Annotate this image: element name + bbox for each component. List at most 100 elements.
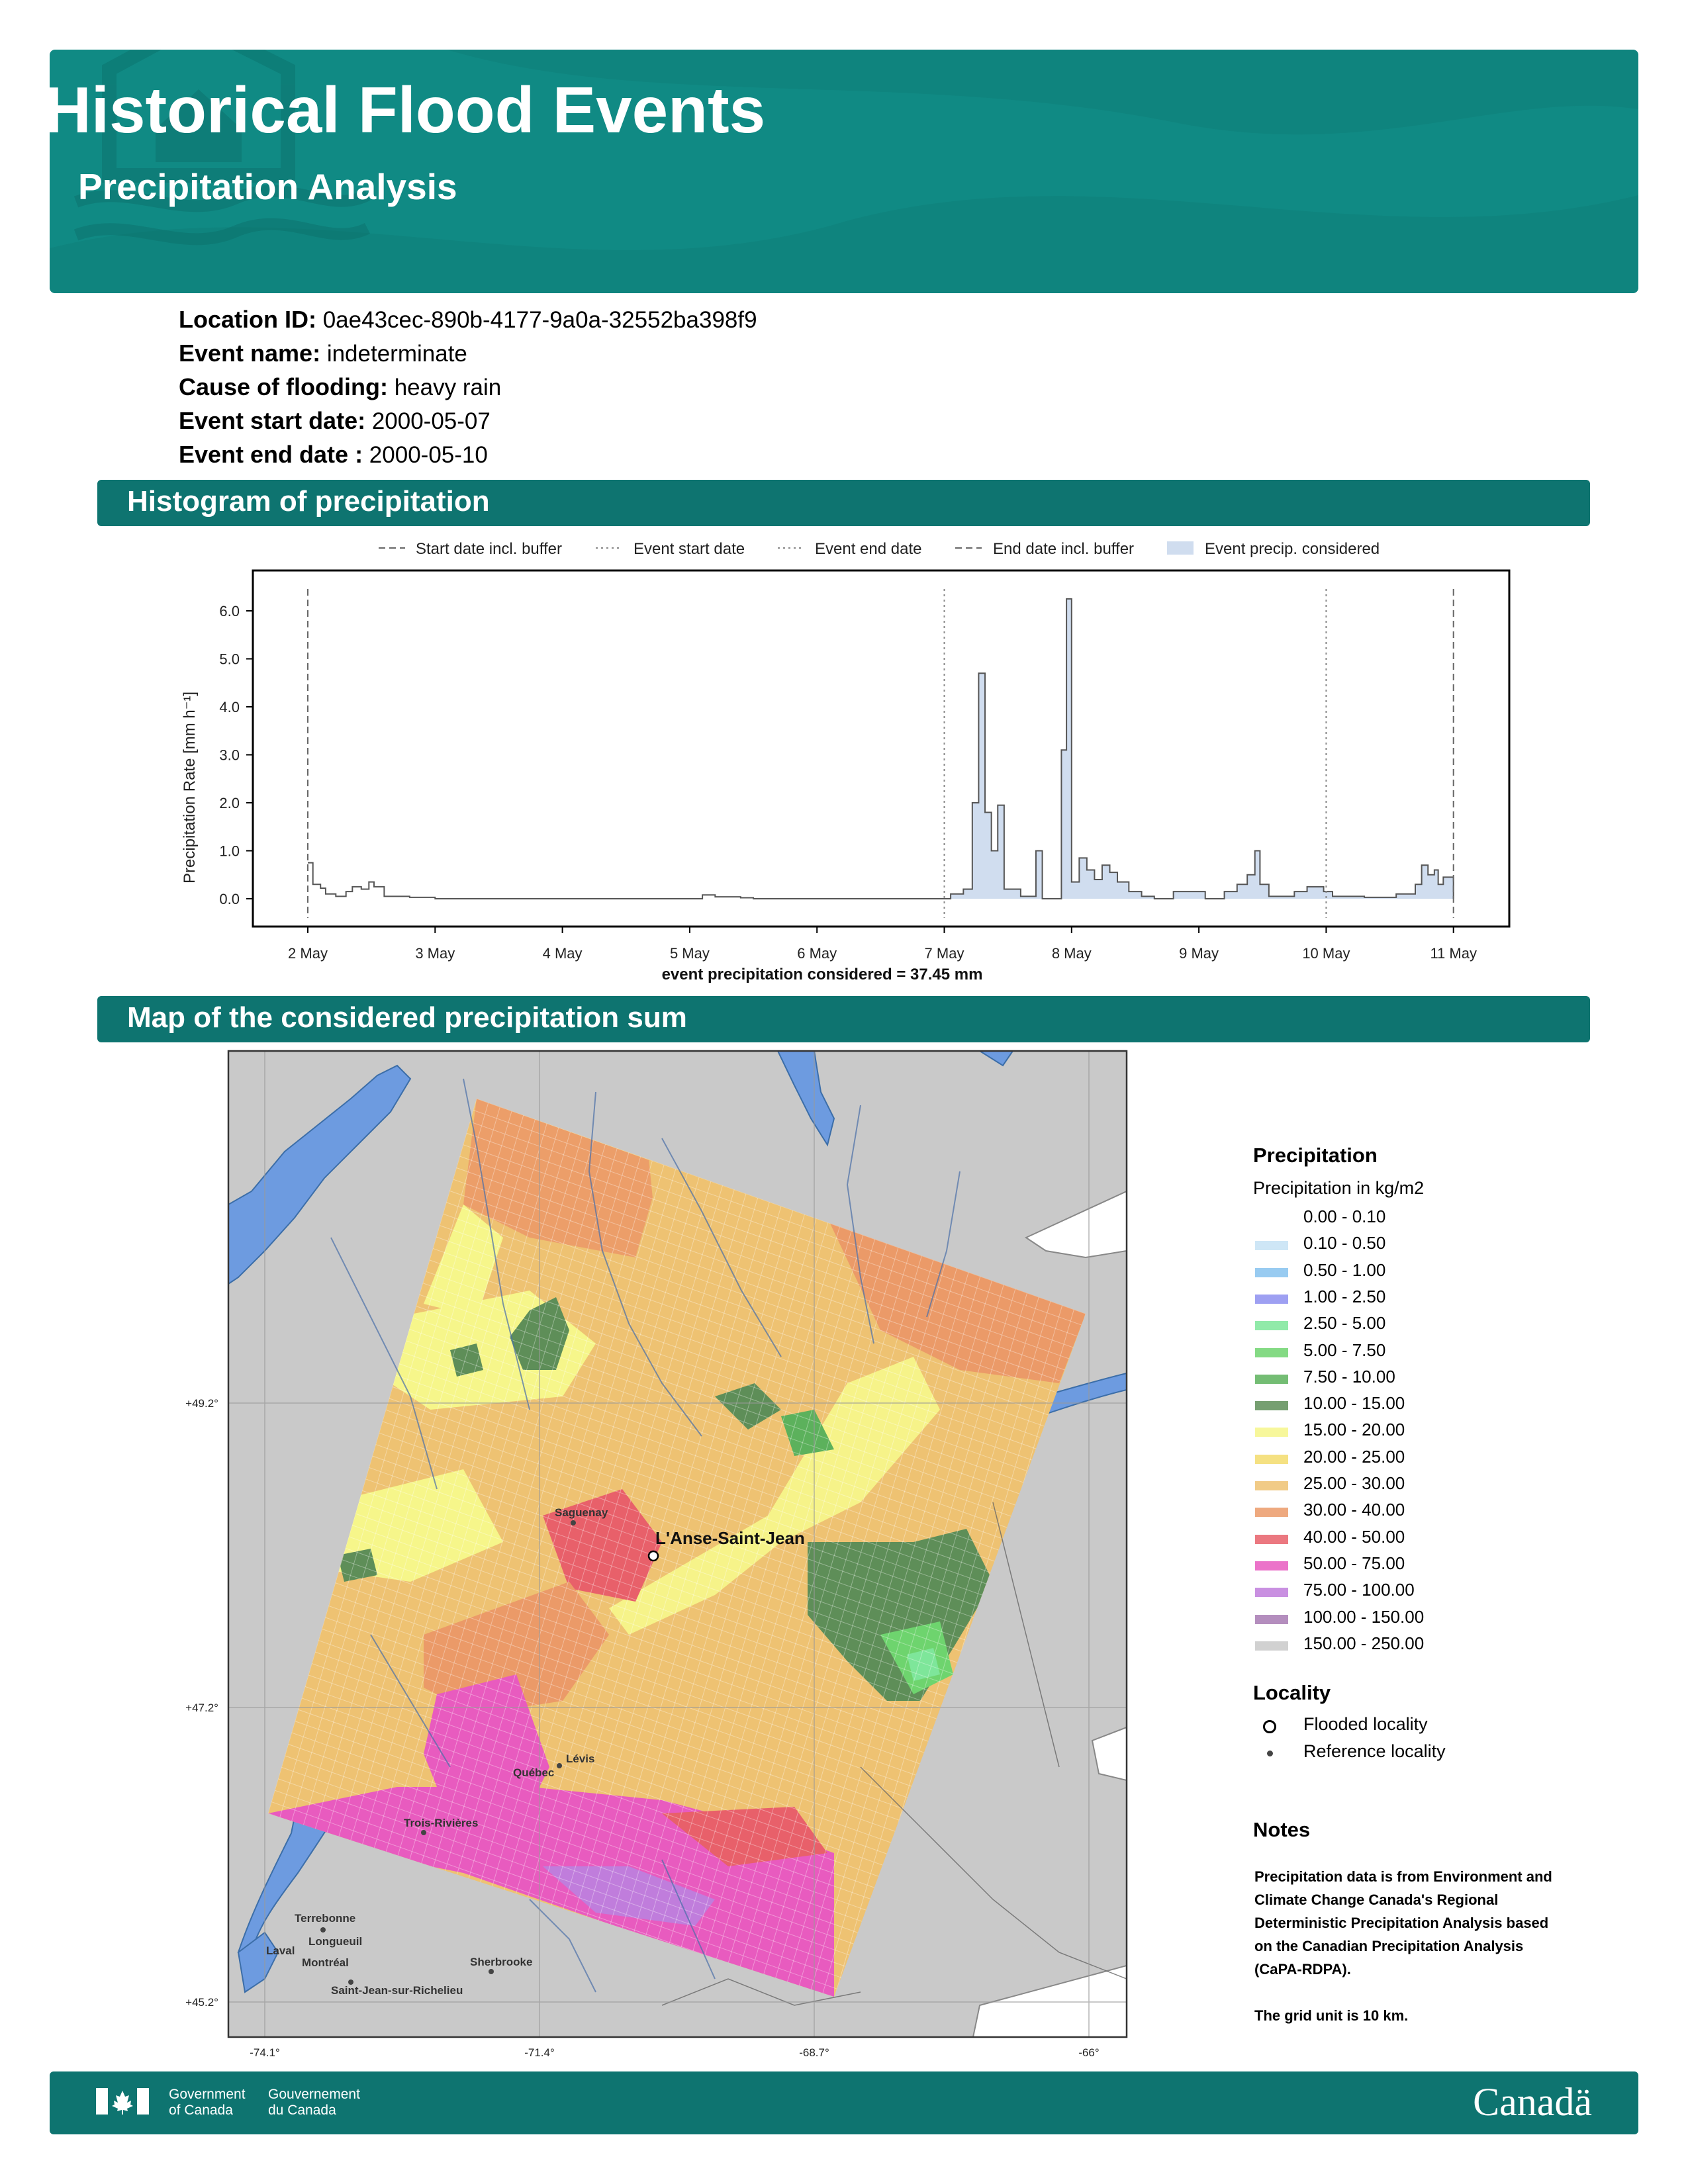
legend-class-label: 40.00 - 50.00: [1303, 1526, 1405, 1547]
legend-swatch: [1255, 1481, 1288, 1490]
canada-flag-icon: [96, 2088, 149, 2115]
legend-label: Event end date: [815, 540, 921, 558]
y-tick-label: 0.0: [219, 891, 240, 907]
legend-swatch: [1255, 1641, 1288, 1651]
page-subtitle: Precipitation Analysis: [78, 166, 457, 207]
legend-class-label: 10.00 - 15.00: [1303, 1393, 1405, 1414]
legend-swatch: [1255, 1588, 1288, 1598]
locality-legend-item: Reference locality: [1303, 1741, 1446, 1761]
legend-swatch: [1255, 1401, 1288, 1411]
reference-locality-marker: [557, 1763, 562, 1768]
legend-class-label: 1.00 - 2.50: [1303, 1286, 1386, 1306]
reference-locality-marker: [320, 1927, 326, 1933]
reference-locality-marker: [489, 1969, 494, 1974]
legend-class-label: 30.00 - 40.00: [1303, 1500, 1405, 1520]
gov-name-fr: Gouvernement du Canada: [268, 2087, 360, 2118]
x-axis-label: event precipitation considered = 37.45 m…: [662, 966, 983, 983]
gov-name-en: Government of Canada: [169, 2087, 246, 2118]
lon-tick: -74.1°: [250, 2046, 280, 2059]
locality-label: Montréal: [302, 1956, 349, 1969]
legend-class-label: 100.00 - 150.00: [1303, 1606, 1425, 1627]
legend-swatch: [1255, 1454, 1288, 1464]
precipitation-histogram: Start date incl. buffer Event start date…: [181, 540, 1511, 983]
plot-frame: [252, 569, 1511, 928]
legend-class-label: 25.00 - 30.00: [1303, 1473, 1405, 1493]
notes-title: Notes: [1253, 1818, 1311, 1841]
reference-locality-marker: [571, 1520, 576, 1525]
legend-swatch: [1255, 1294, 1288, 1304]
legend-swatch: [1255, 1214, 1288, 1224]
precipitation-map: Saguenay L'Anse-Saint-Jean Lévis Québec …: [185, 1050, 1128, 2059]
y-tick-label: 3.0: [219, 747, 240, 764]
legend-class-label: 75.00 - 100.00: [1303, 1580, 1415, 1600]
legend-swatch: [1255, 1267, 1288, 1277]
reference-locality-marker: [421, 1830, 426, 1835]
page-title: Historical Flood Events: [44, 73, 766, 146]
legend-swatch: [1255, 1374, 1288, 1384]
legend-swatch: [1255, 1347, 1288, 1357]
legend-label: Event precip. considered: [1205, 540, 1380, 558]
legend-class-label: 150.00 - 250.00: [1303, 1633, 1425, 1653]
notes-text: Precipitation data is from Environment a…: [1254, 1865, 1552, 2027]
footer-bar: Government of Canada Gouvernement du Canad…: [50, 2071, 1638, 2134]
flooded-locality-symbol: [1263, 1720, 1276, 1733]
x-tick-label: 9 May: [1179, 945, 1219, 962]
locality-label: Saguenay: [555, 1506, 608, 1519]
locality-legend-item: Flooded locality: [1303, 1714, 1428, 1734]
legend-class-label: 0.10 - 0.50: [1303, 1233, 1386, 1253]
x-tick-label: 6 May: [797, 945, 837, 962]
y-tick-label: 1.0: [219, 843, 240, 860]
locality-label: Longueuil: [308, 1935, 362, 1948]
legend-swatch: [1255, 1614, 1288, 1624]
x-tick-label: 3 May: [415, 945, 455, 962]
y-tick-label: 5.0: [219, 651, 240, 668]
legend-label: Event start date: [633, 540, 745, 558]
legend-class-label: 7.50 - 10.00: [1303, 1366, 1395, 1387]
legend-class-label: 5.00 - 7.50: [1303, 1340, 1386, 1360]
x-tick-label: 11 May: [1430, 945, 1477, 962]
locality-label: Saint-Jean-sur-Richelieu: [331, 1984, 463, 1997]
info-start-date: Event start date: 2000-05-07: [179, 407, 491, 434]
x-tick-label: 8 May: [1052, 945, 1092, 962]
flooded-locality-label: L'Anse-Saint-Jean: [655, 1528, 805, 1548]
lon-tick: -66°: [1078, 2046, 1099, 2059]
legend-class-label: 15.00 - 20.00: [1303, 1420, 1405, 1440]
locality-legend-title: Locality: [1253, 1681, 1331, 1704]
notes-line: [1254, 1981, 1552, 2004]
legend-class-label: 0.00 - 0.10: [1303, 1206, 1386, 1226]
legend-class-label: 50.00 - 75.00: [1303, 1553, 1405, 1573]
locality-label: Lévis: [566, 1752, 594, 1765]
notes-line: (CaPA-RDPA).: [1254, 1961, 1351, 1978]
legend-class-label: 2.50 - 5.00: [1303, 1313, 1386, 1334]
legend-swatch: [1255, 1534, 1288, 1544]
reference-locality-symbol: [1267, 1751, 1273, 1756]
lat-tick: +49.2°: [185, 1397, 218, 1410]
section-histogram-header: Histogram of precipitation: [97, 480, 1590, 526]
x-tick-label: 10 May: [1302, 945, 1350, 962]
notes-line: Precipitation data is from Environment a…: [1254, 1868, 1552, 1885]
y-tick-label: 4.0: [219, 699, 240, 715]
info-location-id: Location ID: 0ae43cec-890b-4177-9a0a-325…: [179, 306, 757, 333]
y-tick-label: 2.0: [219, 795, 240, 811]
lat-tick: +47.2°: [185, 1702, 218, 1714]
locality-label: Sherbrooke: [470, 1956, 532, 1968]
flooded-locality-marker: [647, 1550, 659, 1562]
legend-class-label: 20.00 - 25.00: [1303, 1446, 1405, 1467]
plot-area: 0.0 1.0 2.0 3.0 4.0 5.0 6.0 2 May 3 May 4 May 5 Ma…: [219, 589, 1477, 962]
legend-title: Precipitation: [1253, 1144, 1378, 1167]
lon-tick: -71.4°: [524, 2046, 555, 2059]
legend-class-label: 0.50 - 1.00: [1303, 1259, 1386, 1280]
notes-line: Climate Change Canada's Regional: [1254, 1891, 1499, 1908]
y-tick-label: 6.0: [219, 603, 240, 619]
lon-tick: -68.7°: [799, 2046, 829, 2059]
legend-label: Start date incl. buffer: [416, 540, 562, 558]
legend-swatch: [1255, 1241, 1288, 1251]
legend-swatch: [1255, 1428, 1288, 1437]
locality-label: Terrebonne: [295, 1912, 355, 1925]
legend-swatch: [1255, 1321, 1288, 1331]
y-axis-label: Precipitation Rate [mm h⁻¹]: [181, 692, 199, 884]
section-map-header: Map of the considered precipitation sum: [97, 996, 1590, 1042]
info-cause: Cause of flooding: heavy rain: [179, 373, 502, 400]
info-end-date: Event end date : 2000-05-10: [179, 441, 488, 468]
notes-line: on the Canadian Precipitation Analysis: [1254, 1938, 1524, 1954]
